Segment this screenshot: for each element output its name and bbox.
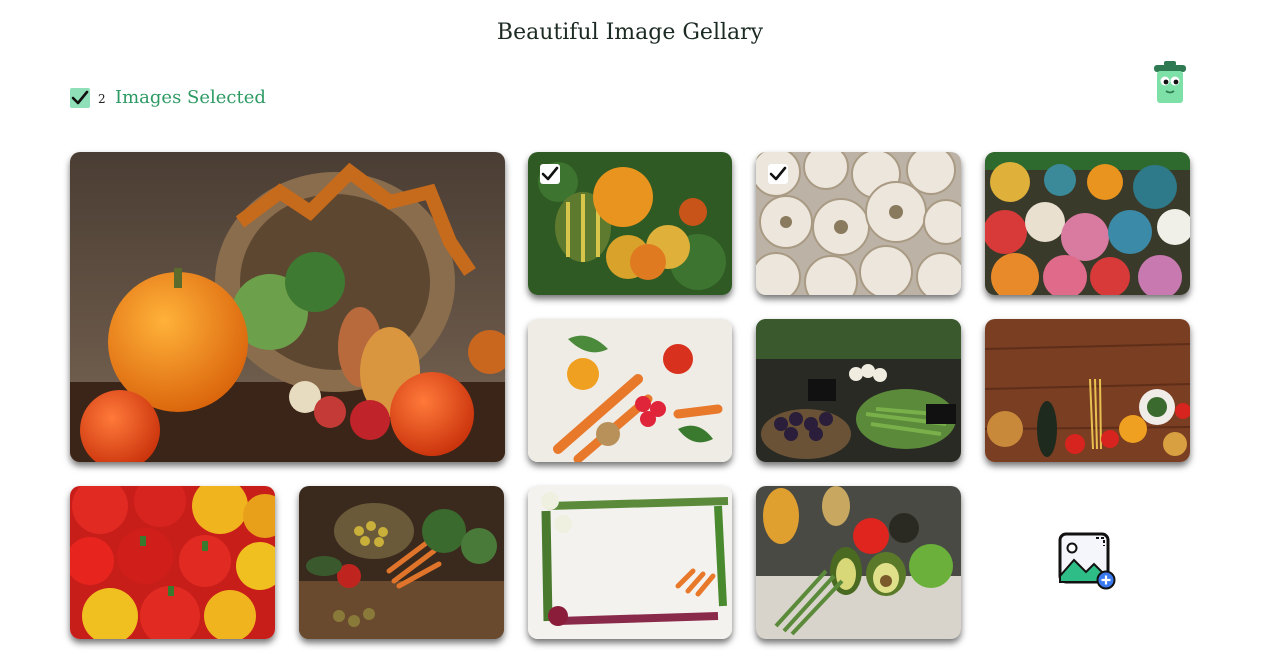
checkmark-icon: [541, 166, 559, 181]
colorful-pumpkins-image: [985, 152, 1190, 295]
peppers-image: [70, 486, 275, 639]
checkmark-icon: [71, 90, 89, 105]
gallery-image-6[interactable]: [756, 319, 961, 462]
image-select-checkbox[interactable]: [768, 164, 788, 184]
gallery-image-7[interactable]: [985, 319, 1190, 462]
gallery-image-2[interactable]: [528, 152, 732, 295]
avocado-image: [756, 486, 961, 639]
selected-count: 2: [98, 92, 106, 106]
image-select-checkbox[interactable]: [540, 164, 560, 184]
gallery-image-11[interactable]: [756, 486, 961, 639]
gallery-image-1[interactable]: [70, 152, 505, 462]
pasta-vegetables-image: [985, 319, 1190, 462]
market-image: [756, 319, 961, 462]
harvest-image: [299, 486, 504, 639]
pumpkin-basket-image: [70, 152, 505, 462]
vegetable-frame-image: [528, 486, 732, 639]
selected-label: Images Selected: [115, 87, 266, 108]
add-image-button[interactable]: [1058, 532, 1118, 592]
gallery-image-8[interactable]: [70, 486, 275, 639]
delete-button[interactable]: [1151, 60, 1189, 106]
gallery-image-4[interactable]: [985, 152, 1190, 295]
select-all-checkbox[interactable]: [70, 88, 90, 108]
add-image-icon: [1058, 532, 1116, 590]
trash-can-icon: [1154, 61, 1186, 103]
gallery-image-5[interactable]: [528, 319, 732, 462]
page-title: Beautiful Image Gellary: [496, 20, 764, 45]
gallery-image-9[interactable]: [299, 486, 504, 639]
carrots-image: [528, 319, 732, 462]
checkmark-icon: [769, 166, 787, 181]
gallery-image-10[interactable]: [528, 486, 732, 639]
gallery-image-3[interactable]: [756, 152, 961, 295]
